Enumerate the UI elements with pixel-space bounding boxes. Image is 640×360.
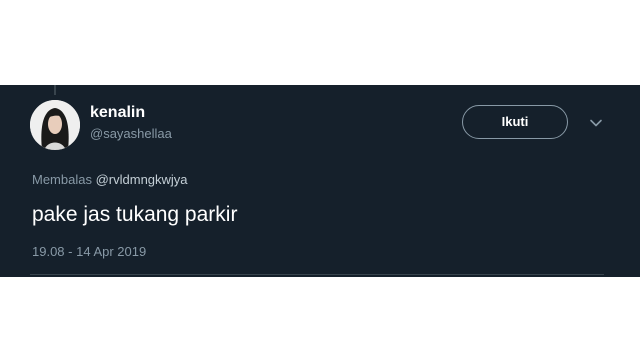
tweet-card: kenalin @sayashellaa Ikuti Membalas @rvl… (0, 85, 640, 277)
tweet-timestamp[interactable]: 19.08 - 14 Apr 2019 (32, 243, 146, 261)
divider (30, 274, 604, 275)
display-name[interactable]: kenalin (90, 103, 145, 123)
page: kenalin @sayashellaa Ikuti Membalas @rvl… (0, 0, 640, 360)
user-handle[interactable]: @sayashellaa (90, 125, 172, 143)
tweet-text: pake jas tukang parkir (32, 203, 238, 226)
reply-mention-link[interactable]: @rvldmngkwjya (96, 172, 188, 187)
thread-connector-line (54, 85, 56, 95)
follow-button[interactable]: Ikuti (462, 105, 568, 139)
reply-context: Membalas @rvldmngkwjya (32, 171, 188, 189)
avatar[interactable] (30, 100, 80, 150)
chevron-down-icon[interactable] (588, 115, 604, 131)
reply-prefix: Membalas (32, 172, 92, 187)
